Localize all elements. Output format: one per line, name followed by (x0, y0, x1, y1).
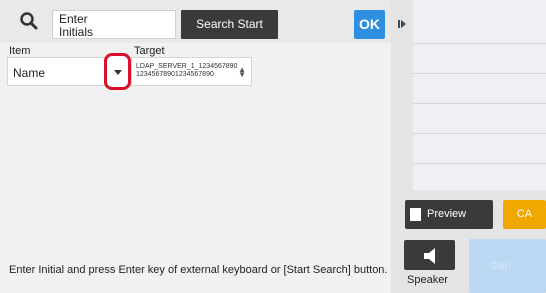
speaker-label: Speaker (407, 274, 448, 286)
search-icon[interactable] (18, 10, 40, 32)
speaker-button[interactable] (404, 240, 455, 270)
divider (413, 103, 546, 104)
ca-button[interactable]: CA (503, 200, 546, 229)
preview-label: Preview (427, 208, 467, 220)
search-bar: Enter Initials Search Start OK (0, 0, 391, 43)
preview-button[interactable]: Preview (405, 200, 493, 229)
divider (413, 43, 546, 44)
initials-input[interactable]: Enter Initials (52, 10, 176, 39)
divider (413, 133, 546, 134)
divider (413, 73, 546, 74)
instruction-message: Enter Initial and press Enter key of ext… (9, 264, 388, 276)
document-icon (410, 208, 421, 221)
panel-toggle-button[interactable] (391, 0, 414, 43)
start-button[interactable]: Start (469, 239, 546, 293)
divider (413, 163, 546, 164)
expand-icon-bar (398, 20, 400, 28)
spinner-icon[interactable]: ▲ ▼ (238, 66, 246, 79)
item-column-label: Item (9, 45, 31, 57)
side-info-panel (413, 0, 546, 190)
target-select[interactable]: LDAP_SERVER_1_1234567890 123456789012345… (131, 57, 252, 86)
search-start-button[interactable]: Search Start (181, 10, 278, 39)
speaker-icon (424, 248, 435, 264)
start-label: Start (490, 261, 512, 272)
expand-icon (401, 20, 406, 28)
item-dropdown-button[interactable] (104, 53, 131, 90)
chevron-down-icon (114, 70, 122, 75)
target-value: LDAP_SERVER_1_1234567890 123456789012345… (136, 63, 238, 78)
item-value: Name (13, 66, 46, 80)
main-area: Enter Initials Search Start OK Item Targ… (0, 0, 391, 293)
initials-placeholder-line2: Initials (59, 25, 94, 39)
target-column-label: Target (134, 45, 165, 57)
ok-button[interactable]: OK (354, 10, 385, 39)
